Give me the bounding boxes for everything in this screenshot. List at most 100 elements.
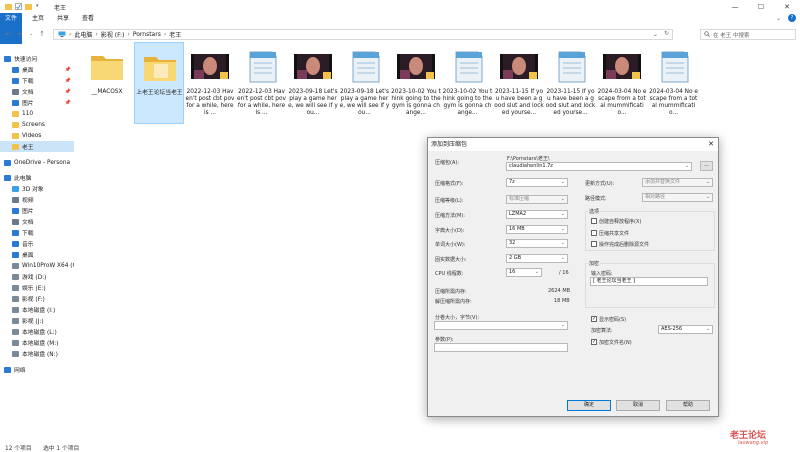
sidebar-item[interactable]: 影视 (F:) (0, 293, 74, 304)
customize-toolbar-icon[interactable]: ▾ (36, 3, 43, 10)
params-input[interactable] (434, 343, 568, 352)
sidebar-item[interactable]: 影视 (J:) (0, 315, 74, 326)
option-select[interactable]: 2 GB ⌄ (506, 254, 568, 263)
expand-ribbon-icon[interactable]: ⌄ (776, 15, 781, 22)
split-size-select[interactable]: ⌄ (434, 321, 568, 330)
close-button[interactable]: ✕ (774, 0, 800, 13)
new-folder-icon[interactable] (25, 3, 32, 10)
tab-view[interactable]: 查看 (77, 13, 99, 25)
sidebar-item[interactable]: 网络 (0, 364, 74, 375)
sidebar-item[interactable]: 图片 📌 (0, 97, 74, 108)
sidebar-item[interactable]: 110 (0, 108, 74, 119)
file-item[interactable]: __MACOSX (82, 42, 132, 124)
mem-compress-value: 2624 MB (548, 288, 571, 294)
maximize-button[interactable]: ☐ (748, 0, 774, 13)
archive-history-dropdown[interactable]: ⌄ (685, 163, 689, 170)
encryption-method-select[interactable]: AES-256 ⌄ (658, 325, 713, 334)
password-input[interactable]: [ 老王论坛当老王 ] (590, 277, 708, 286)
file-item[interactable]: 上老王论坛当老王 (133, 42, 184, 124)
option-checkbox[interactable] (591, 241, 597, 247)
address-dropdown-icon[interactable]: ⌄ (653, 31, 658, 38)
option-checkbox[interactable] (591, 218, 597, 224)
sidebar-item[interactable]: 文档 (0, 216, 74, 227)
sidebar-item[interactable]: OneDrive - Persona (0, 157, 74, 168)
tab-home[interactable]: 主页 (27, 13, 49, 25)
cancel-button[interactable]: 取消 (616, 400, 660, 411)
sidebar-item[interactable]: 游戏 (D:) (0, 271, 74, 282)
file-item[interactable]: 2023-09-18 Let's play a game here, we wi… (288, 42, 338, 124)
drive-icon (12, 328, 19, 335)
file-item[interactable]: 2022-12-03 Haven't post cbt pov for a wh… (237, 42, 287, 124)
archive-name-field[interactable]: claudiahenlin1.7z ⌄ (506, 162, 692, 171)
browse-button[interactable]: ... (700, 161, 713, 171)
address-box[interactable]: › 此电脑 › 影视 (F:) › Pornstars › 老王 ⌄ ↻ (53, 29, 673, 40)
sidebar-item[interactable]: 3D 对象 (0, 183, 74, 194)
breadcrumb-current[interactable]: 老王 (169, 30, 181, 39)
sidebar-item[interactable]: 文档 📌 (0, 86, 74, 97)
sidebar-item[interactable]: 桌面 📌 (0, 64, 74, 75)
sidebar-item[interactable]: 下载 (0, 227, 74, 238)
ok-button[interactable]: 确定 (567, 400, 611, 411)
minimize-button[interactable]: — (722, 0, 748, 13)
sidebar-item[interactable]: 快速访问 (0, 53, 74, 64)
sidebar-item[interactable]: Win10ProW X64 (C (0, 260, 74, 271)
sidebar-item[interactable]: 本地磁盘 (N:) (0, 348, 74, 359)
option-select[interactable]: 标准压缩 ⌄ (506, 195, 568, 204)
option-label: 固实数据大小: (435, 257, 467, 263)
file-item[interactable]: 2023-10-02 You think going to the gym is… (391, 42, 441, 124)
file-item[interactable]: 2022-12-03 Haven't post cbt pov for a wh… (185, 42, 235, 124)
file-item[interactable]: 2024-03-04 No escape from a total mummif… (649, 42, 699, 124)
sidebar-item[interactable]: 本地磁盘 (L:) (0, 326, 74, 337)
sidebar-item-label: 110 (22, 110, 34, 117)
option-checkbox[interactable] (591, 230, 597, 236)
up-button[interactable]: ↑ (38, 30, 46, 39)
option-select[interactable]: 相对路径 ⌄ (642, 193, 713, 202)
option-select[interactable]: 7z ⌄ (506, 178, 568, 187)
drive-icon (12, 350, 19, 357)
option-label: CPU 线程数: (435, 271, 464, 277)
tab-share[interactable]: 共享 (52, 13, 74, 25)
file-item[interactable]: 2023-10-02 You think going to the gym is… (443, 42, 493, 124)
drive-icon (12, 273, 19, 280)
sidebar-item[interactable]: 本地磁盘 (M:) (0, 337, 74, 348)
sidebar-item[interactable]: 老王 (0, 141, 74, 152)
breadcrumb-pornstars[interactable]: Pornstars (133, 31, 161, 38)
sidebar-item[interactable]: 图片 (0, 205, 74, 216)
file-item[interactable]: 2023-09-18 Let's play a game here, we wi… (340, 42, 390, 124)
option-select[interactable]: 16 MB ⌄ (506, 225, 568, 234)
sidebar-item[interactable]: Videos (0, 130, 74, 141)
option-select[interactable]: 32 ⌄ (506, 239, 568, 248)
encryption-title: 加密 (588, 260, 601, 267)
sidebar-item[interactable]: 桌面 (0, 249, 74, 260)
sidebar-item[interactable]: 娱乐 (E:) (0, 282, 74, 293)
file-item[interactable]: 2023-11-15 If you have been a good slut … (546, 42, 596, 124)
sidebar-item-label: 图片 (22, 101, 34, 107)
option-select[interactable]: 添加并替换文件 ⌄ (642, 178, 713, 187)
download-icon (12, 229, 19, 236)
help-button[interactable]: 帮助 (666, 400, 710, 411)
option-select[interactable]: LZMA2 ⌄ (506, 210, 568, 219)
breadcrumb-this-pc[interactable]: 此电脑 (74, 30, 92, 39)
forward-button[interactable]: → (15, 30, 23, 39)
back-button[interactable]: ← (4, 30, 12, 39)
dialog-close-button[interactable]: ✕ (708, 138, 714, 151)
sidebar-item-label: 桌面 (22, 68, 34, 74)
sidebar-item[interactable]: 本地磁盘 (I:) (0, 304, 74, 315)
search-input[interactable]: 在 老王 中搜索 (700, 29, 796, 40)
breadcrumb-drive[interactable]: 影视 (F:) (101, 30, 125, 39)
recent-locations-icon[interactable]: ⌄ (27, 30, 35, 39)
file-item[interactable]: 2023-11-15 If you have been a good slut … (494, 42, 544, 124)
refresh-icon[interactable]: ↻ (664, 30, 669, 37)
file-item[interactable]: 2024-03-04 No escape from a total mummif… (597, 42, 647, 124)
folder-icon (140, 47, 180, 87)
help-icon[interactable]: ? (788, 14, 796, 22)
sidebar-item[interactable]: 下载 📌 (0, 75, 74, 86)
sidebar-item[interactable]: 视频 (0, 194, 74, 205)
sidebar-item[interactable]: Screens (0, 119, 74, 130)
show-password-checkbox[interactable]: ✓ (591, 316, 597, 322)
encrypt-filenames-checkbox[interactable]: ✓ (591, 339, 597, 345)
properties-icon[interactable] (15, 3, 22, 10)
sidebar-item[interactable]: 音乐 (0, 238, 74, 249)
option-select[interactable]: 16 ⌄ (506, 268, 542, 277)
sidebar-item[interactable]: 此电脑 (0, 172, 74, 183)
